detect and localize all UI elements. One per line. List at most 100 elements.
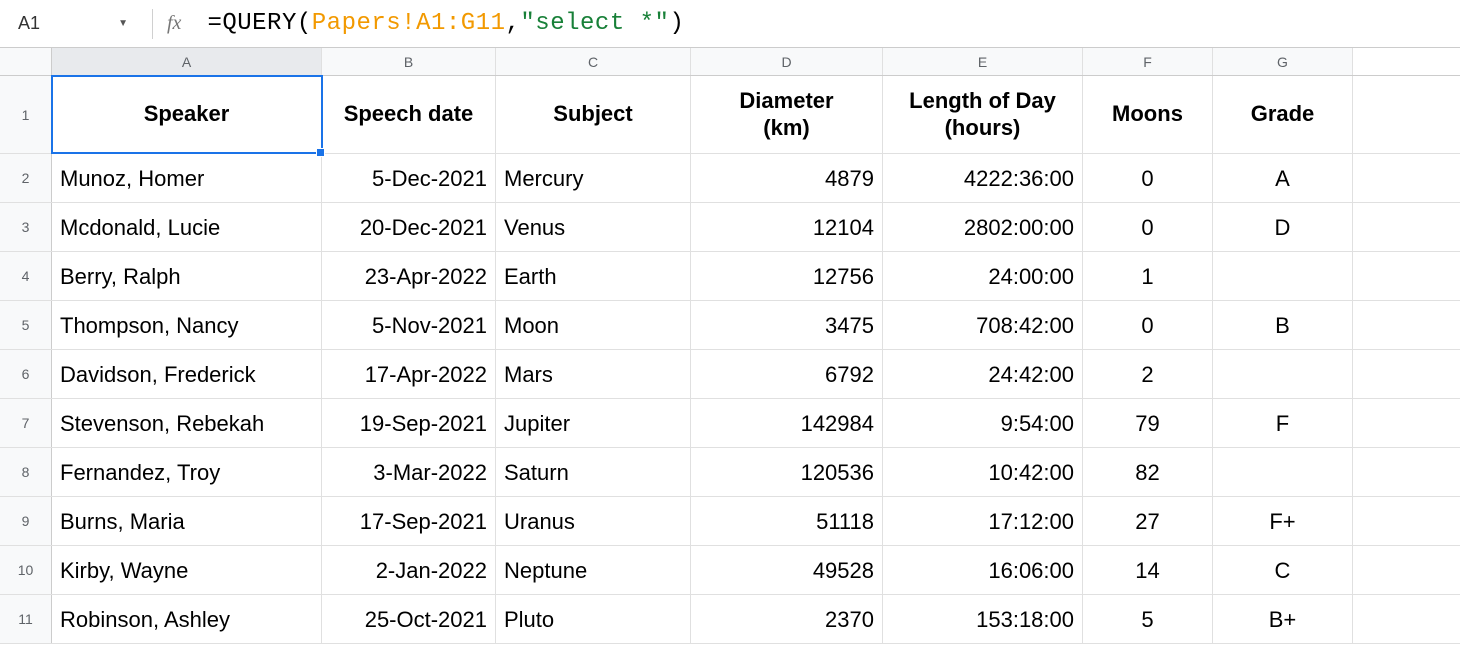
- row-head-1[interactable]: 1: [0, 76, 52, 153]
- cell-A3[interactable]: Mcdonald, Lucie: [52, 203, 322, 252]
- cell-G7[interactable]: F: [1213, 399, 1353, 448]
- cell-E1[interactable]: Length of Day (hours): [883, 76, 1083, 153]
- cell-G6[interactable]: [1213, 350, 1353, 399]
- cell-B3[interactable]: 20-Dec-2021: [322, 203, 496, 252]
- cell-D1[interactable]: Diameter (km): [691, 76, 883, 153]
- cell-C7[interactable]: Jupiter: [496, 399, 691, 448]
- cell-A11[interactable]: Robinson, Ashley: [52, 595, 322, 644]
- row-head-9[interactable]: 9: [0, 497, 52, 545]
- row-head-11[interactable]: 11: [0, 595, 52, 643]
- cell-D8[interactable]: 120536: [691, 448, 883, 497]
- cell-F9[interactable]: 27: [1083, 497, 1213, 546]
- cell-C6[interactable]: Mars: [496, 350, 691, 399]
- cell-G5[interactable]: B: [1213, 301, 1353, 350]
- col-head-E[interactable]: E: [883, 48, 1083, 75]
- cell-G10[interactable]: C: [1213, 546, 1353, 595]
- cell-D3[interactable]: 12104: [691, 203, 883, 252]
- cell-A4[interactable]: Berry, Ralph: [52, 252, 322, 301]
- row-head-2[interactable]: 2: [0, 154, 52, 202]
- select-all-corner[interactable]: [0, 48, 52, 75]
- cell-A7[interactable]: Stevenson, Rebekah: [52, 399, 322, 448]
- row-head-6[interactable]: 6: [0, 350, 52, 398]
- cell-C11[interactable]: Pluto: [496, 595, 691, 644]
- cell-F10[interactable]: 14: [1083, 546, 1213, 595]
- row-head-3[interactable]: 3: [0, 203, 52, 251]
- cell-C2[interactable]: Mercury: [496, 154, 691, 203]
- cell-A6[interactable]: Davidson, Frederick: [52, 350, 322, 399]
- cell-C9[interactable]: Uranus: [496, 497, 691, 546]
- col-head-A[interactable]: A: [52, 48, 322, 75]
- cell-A1-selected[interactable]: Speaker: [52, 76, 322, 153]
- cell-B4[interactable]: 23-Apr-2022: [322, 252, 496, 301]
- col-head-F[interactable]: F: [1083, 48, 1213, 75]
- cell-F8[interactable]: 82: [1083, 448, 1213, 497]
- cell-B9[interactable]: 17-Sep-2021: [322, 497, 496, 546]
- cell-B2[interactable]: 5-Dec-2021: [322, 154, 496, 203]
- cell-D4[interactable]: 12756: [691, 252, 883, 301]
- cell-A5[interactable]: Thompson, Nancy: [52, 301, 322, 350]
- cell-E2[interactable]: 4222:36:00: [883, 154, 1083, 203]
- cell-C3[interactable]: Venus: [496, 203, 691, 252]
- cell-F5[interactable]: 0: [1083, 301, 1213, 350]
- cell-D11[interactable]: 2370: [691, 595, 883, 644]
- cell-A2[interactable]: Munoz, Homer: [52, 154, 322, 203]
- cell-D2[interactable]: 4879: [691, 154, 883, 203]
- table-row: 10Kirby, Wayne2-Jan-2022Neptune4952816:0…: [0, 546, 1460, 595]
- row-head-10[interactable]: 10: [0, 546, 52, 594]
- row-head-4[interactable]: 4: [0, 252, 52, 300]
- spreadsheet-grid: A B C D E F G 1 Speaker Speech date Subj…: [0, 48, 1460, 644]
- cell-D10[interactable]: 49528: [691, 546, 883, 595]
- col-head-G[interactable]: G: [1213, 48, 1353, 75]
- cell-B8[interactable]: 3-Mar-2022: [322, 448, 496, 497]
- cell-E6[interactable]: 24:42:00: [883, 350, 1083, 399]
- col-head-D[interactable]: D: [691, 48, 883, 75]
- cell-F2[interactable]: 0: [1083, 154, 1213, 203]
- formula-input[interactable]: = QUERY ( Papers!A1:G11 , "select *" ): [207, 10, 684, 37]
- cell-B10[interactable]: 2-Jan-2022: [322, 546, 496, 595]
- cell-C8[interactable]: Saturn: [496, 448, 691, 497]
- cell-G1[interactable]: Grade: [1213, 76, 1353, 153]
- cell-E3[interactable]: 2802:00:00: [883, 203, 1083, 252]
- cell-E11[interactable]: 153:18:00: [883, 595, 1083, 644]
- cell-G2[interactable]: A: [1213, 154, 1353, 203]
- cell-D5[interactable]: 3475: [691, 301, 883, 350]
- cell-B5[interactable]: 5-Nov-2021: [322, 301, 496, 350]
- col-head-B[interactable]: B: [322, 48, 496, 75]
- cell-G4[interactable]: [1213, 252, 1353, 301]
- row-head-7[interactable]: 7: [0, 399, 52, 447]
- cell-A9[interactable]: Burns, Maria: [52, 497, 322, 546]
- cell-A8[interactable]: Fernandez, Troy: [52, 448, 322, 497]
- cell-E4[interactable]: 24:00:00: [883, 252, 1083, 301]
- cell-E10[interactable]: 16:06:00: [883, 546, 1083, 595]
- cell-B1[interactable]: Speech date: [322, 76, 496, 153]
- cell-E9[interactable]: 17:12:00: [883, 497, 1083, 546]
- col-head-C[interactable]: C: [496, 48, 691, 75]
- row-head-5[interactable]: 5: [0, 301, 52, 349]
- row-head-8[interactable]: 8: [0, 448, 52, 496]
- cell-F11[interactable]: 5: [1083, 595, 1213, 644]
- cell-F1[interactable]: Moons: [1083, 76, 1213, 153]
- cell-C10[interactable]: Neptune: [496, 546, 691, 595]
- cell-C1[interactable]: Subject: [496, 76, 691, 153]
- cell-C5[interactable]: Moon: [496, 301, 691, 350]
- cell-F6[interactable]: 2: [1083, 350, 1213, 399]
- cell-E5[interactable]: 708:42:00: [883, 301, 1083, 350]
- cell-B11[interactable]: 25-Oct-2021: [322, 595, 496, 644]
- cell-G11[interactable]: B+: [1213, 595, 1353, 644]
- cell-A10[interactable]: Kirby, Wayne: [52, 546, 322, 595]
- cell-E8[interactable]: 10:42:00: [883, 448, 1083, 497]
- cell-D9[interactable]: 51118: [691, 497, 883, 546]
- cell-F3[interactable]: 0: [1083, 203, 1213, 252]
- cell-C4[interactable]: Earth: [496, 252, 691, 301]
- cell-B7[interactable]: 19-Sep-2021: [322, 399, 496, 448]
- name-box[interactable]: A1 ▼: [8, 9, 138, 39]
- cell-G8[interactable]: [1213, 448, 1353, 497]
- cell-F7[interactable]: 79: [1083, 399, 1213, 448]
- cell-D7[interactable]: 142984: [691, 399, 883, 448]
- cell-G3[interactable]: D: [1213, 203, 1353, 252]
- cell-F4[interactable]: 1: [1083, 252, 1213, 301]
- cell-E7[interactable]: 9:54:00: [883, 399, 1083, 448]
- cell-B6[interactable]: 17-Apr-2022: [322, 350, 496, 399]
- cell-G9[interactable]: F+: [1213, 497, 1353, 546]
- cell-D6[interactable]: 6792: [691, 350, 883, 399]
